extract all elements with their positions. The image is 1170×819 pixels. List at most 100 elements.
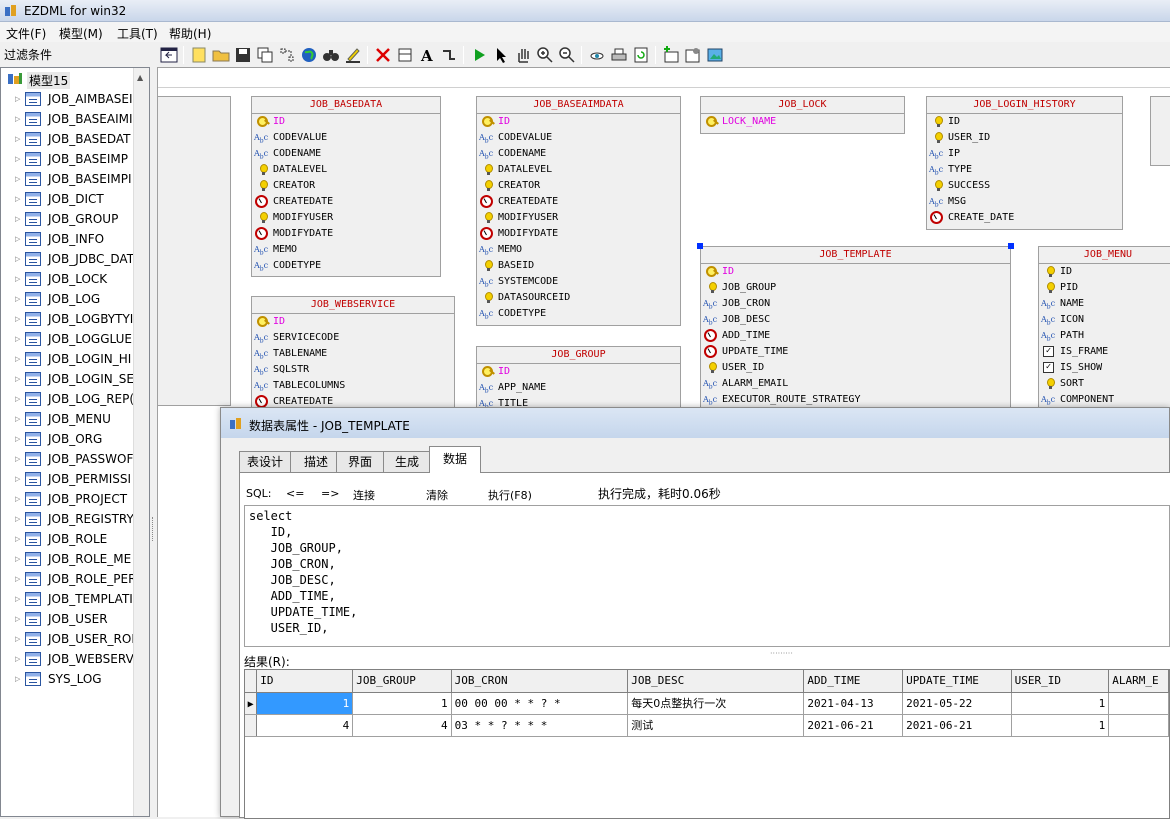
highlight-icon[interactable] [344, 46, 362, 64]
entity-partial-right[interactable] [1150, 96, 1170, 166]
grid-cell[interactable]: 测试 [627, 714, 805, 737]
expand-icon[interactable]: ▷ [15, 315, 20, 323]
result-grid[interactable]: ID JOB_GROUP JOB_CRON JOB_DESC ADD_TIME UPDAT… [244, 669, 1170, 819]
execute-button[interactable]: 执行(F8) [488, 487, 532, 503]
grid-cell[interactable]: 1 [1011, 692, 1110, 715]
entity-job-baseaimdata[interactable]: JOB_BASEAIMDATA ID Abc CODEVALUE Abc CODENAME… [476, 96, 681, 326]
entity-field[interactable]: Abc MEMO [477, 242, 680, 258]
entity-field[interactable]: DATALEVEL [477, 162, 680, 178]
expand-icon[interactable]: ▷ [15, 235, 20, 243]
link-icon[interactable] [440, 46, 458, 64]
entity-field[interactable]: CREATOR [252, 178, 440, 194]
grid-column-header[interactable]: ADD_TIME [803, 670, 904, 693]
entity-field[interactable]: ID [252, 114, 440, 130]
entity-field[interactable]: BASEID [477, 258, 680, 274]
entity-field[interactable]: PID [1039, 280, 1170, 296]
selection-handle[interactable] [1008, 243, 1014, 249]
entity-field[interactable]: DATASOURCEID [477, 290, 680, 306]
entity-field[interactable]: Abc JOB_CRON [701, 296, 1010, 312]
entity-field[interactable]: SORT [1039, 376, 1170, 392]
entity-field[interactable]: MODIFYDATE [477, 226, 680, 242]
prev-sql-button[interactable]: <= [286, 487, 304, 500]
entity-field[interactable]: ID [1039, 264, 1170, 280]
entity-field[interactable]: Abc PATH [1039, 328, 1170, 344]
hand-icon[interactable] [514, 46, 532, 64]
entity-field[interactable]: ID [477, 114, 680, 130]
grid-column-header[interactable]: USER_ID [1011, 670, 1110, 693]
expand-icon[interactable]: ▷ [15, 615, 20, 623]
grid-column-header[interactable]: ID [256, 670, 354, 693]
entity-field[interactable]: Abc JOB_DESC [701, 312, 1010, 328]
grid-cell[interactable]: 2021-04-13 [803, 692, 904, 715]
entity-field[interactable]: Abc APP_NAME [477, 380, 680, 396]
grid-cell[interactable] [1108, 714, 1169, 737]
clear-button[interactable]: 清除 [426, 487, 448, 503]
eye-icon[interactable] [588, 46, 606, 64]
save-icon[interactable] [234, 46, 252, 64]
menu-tools[interactable]: 工具(T) [117, 25, 158, 42]
expand-icon[interactable]: ▷ [15, 415, 20, 423]
entity-field[interactable]: ID [252, 314, 454, 330]
print-icon[interactable] [610, 46, 628, 64]
entity-field[interactable]: Abc SERVICECODE [252, 330, 454, 346]
globe-icon[interactable] [300, 46, 318, 64]
expand-icon[interactable]: ▷ [15, 375, 20, 383]
grid-cell[interactable]: 4 [256, 714, 354, 737]
scroll-up-icon[interactable]: ▲ [137, 73, 143, 82]
splitter[interactable] [150, 67, 157, 817]
entity-field[interactable]: ✓ IS_FRAME [1039, 344, 1170, 360]
tab-description[interactable]: 描述 [290, 451, 342, 472]
grid-column-header[interactable]: JOB_DESC [627, 670, 805, 693]
entity-field[interactable]: Abc TABLENAME [252, 346, 454, 362]
grid-column-header[interactable]: JOB_GROUP [352, 670, 452, 693]
expand-icon[interactable]: ▷ [15, 555, 20, 563]
entity-field[interactable]: Abc NAME [1039, 296, 1170, 312]
entity-job-group[interactable]: JOB_GROUPIDAbcAPP_NAMEAbcTITLE [476, 346, 681, 416]
entity-field[interactable]: CREATOR [477, 178, 680, 194]
refresh-icon[interactable] [632, 46, 650, 64]
entity-field[interactable]: ID [927, 114, 1122, 130]
expand-icon[interactable]: ▷ [15, 635, 20, 643]
zoom-out-icon[interactable] [558, 46, 576, 64]
expand-icon[interactable]: ▷ [15, 535, 20, 543]
entity-field[interactable]: Abc MEMO [252, 242, 440, 258]
text-icon[interactable]: A [418, 46, 436, 64]
new-file-icon[interactable] [190, 46, 208, 64]
expand-icon[interactable]: ▷ [15, 475, 20, 483]
expand-icon[interactable]: ▷ [15, 495, 20, 503]
grid-cell[interactable]: 1 [256, 692, 354, 715]
open-folder-icon[interactable] [212, 46, 230, 64]
expand-icon[interactable]: ▷ [15, 515, 20, 523]
expand-icon[interactable]: ▷ [15, 95, 20, 103]
menu-file[interactable]: 文件(F) [6, 25, 46, 42]
entity-field[interactable]: Abc SYSTEMCODE [477, 274, 680, 290]
expand-icon[interactable]: ▷ [15, 395, 20, 403]
expand-icon[interactable]: ▷ [15, 295, 20, 303]
menu-model[interactable]: 模型(M) [59, 25, 103, 42]
grid-column-header[interactable]: JOB_CRON [451, 670, 629, 693]
grid-column-header[interactable]: ALARM_E [1108, 670, 1169, 693]
connect-button[interactable]: 连接 [353, 487, 375, 503]
row-indicator[interactable] [245, 714, 258, 737]
entity-field[interactable]: JOB_GROUP [701, 280, 1010, 296]
expand-icon[interactable]: ▷ [15, 275, 20, 283]
grid-cell[interactable]: 2021-06-21 [902, 714, 1012, 737]
entity-field[interactable]: Abc TYPE [927, 162, 1122, 178]
entity-field[interactable]: SUCCESS [927, 178, 1122, 194]
entity-field[interactable]: Abc MSG [927, 194, 1122, 210]
entity-field[interactable]: Abc CODEVALUE [252, 130, 440, 146]
tab-data[interactable]: 数据 [429, 446, 481, 473]
tab-table-design[interactable]: 表设计 [239, 451, 291, 472]
expand-icon[interactable]: ▷ [15, 115, 20, 123]
entity-field[interactable]: Abc EXECUTOR_ROUTE_STRATEGY [701, 392, 1010, 408]
entity-job-template[interactable]: JOB_TEMPLATE ID JOB_GROUP Abc JOB_CRON Abc JOB… [700, 246, 1011, 416]
entity-field[interactable]: ✓ IS_SHOW [1039, 360, 1170, 376]
grid-cell[interactable]: 1 [1011, 714, 1110, 737]
grid-cell[interactable]: 03 * * ? * * * [451, 714, 629, 737]
expand-icon[interactable]: ▷ [15, 595, 20, 603]
entity-field[interactable]: CREATEDATE [477, 194, 680, 210]
entity-field[interactable]: Abc TABLECOLUMNS [252, 378, 454, 394]
expand-icon[interactable]: ▷ [15, 155, 20, 163]
entity-field[interactable]: DATALEVEL [252, 162, 440, 178]
grid-cell[interactable]: 4 [352, 714, 452, 737]
